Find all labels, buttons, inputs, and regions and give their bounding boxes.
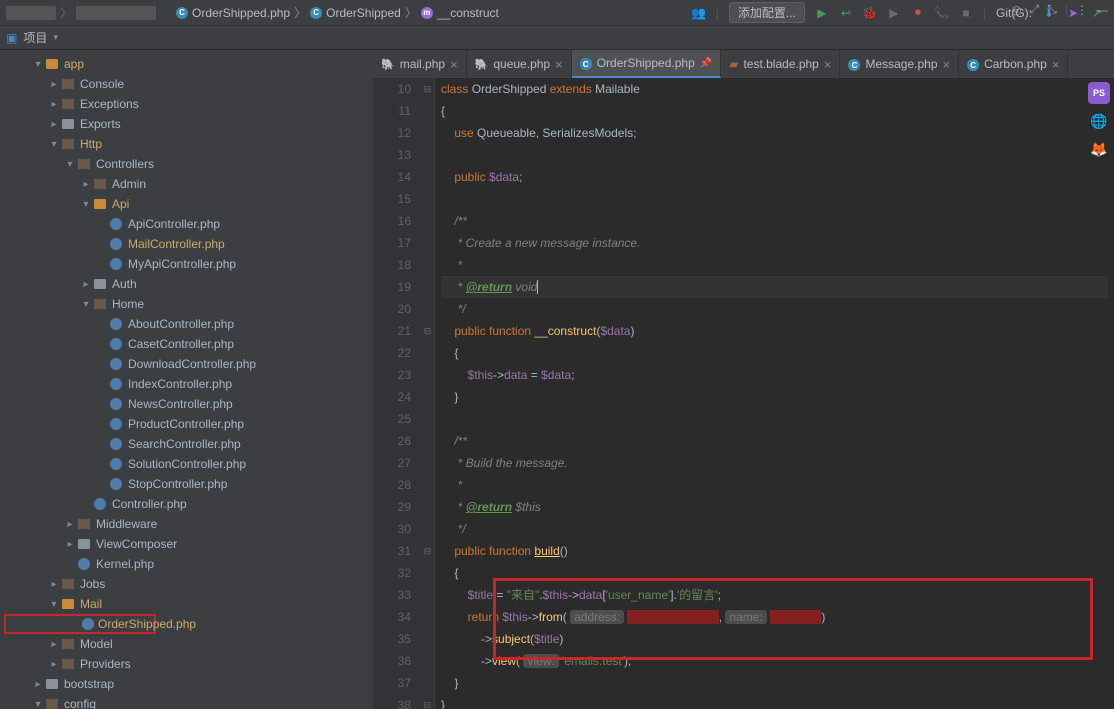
tree-http[interactable]: ▾Http [0, 134, 373, 154]
class-icon: C [176, 7, 188, 19]
tree-auth[interactable]: ▸Auth [0, 274, 373, 294]
phone-icon[interactable]: 📞 [935, 6, 949, 20]
close-icon[interactable]: × [824, 57, 832, 72]
tree-model[interactable]: ▸Model [0, 634, 373, 654]
stop-red-icon[interactable]: ⏺ [911, 6, 925, 20]
debug-icon[interactable]: 🐞 [863, 6, 877, 20]
class-icon: C [310, 7, 322, 19]
divider: | [1065, 3, 1068, 17]
tree-news[interactable]: NewsController.php [0, 394, 373, 414]
tree-viewcomposer[interactable]: ▸ViewComposer [0, 534, 373, 554]
tree-console[interactable]: ▸Console [0, 74, 373, 94]
chrome-icon[interactable]: 🌐 [1088, 110, 1110, 132]
tree-exports[interactable]: ▸Exports [0, 114, 373, 134]
minimize-icon[interactable]: — [1096, 3, 1108, 17]
editor-right-margin: PS 🌐 🦊 [1088, 82, 1110, 160]
tree-exceptions[interactable]: ▸Exceptions [0, 94, 373, 114]
close-icon[interactable]: × [450, 57, 458, 72]
class-icon: C [967, 57, 979, 72]
tree-admin[interactable]: ▸Admin [0, 174, 373, 194]
tree-app[interactable]: ▾app [0, 54, 373, 74]
class-icon: C [580, 56, 592, 71]
tab-carbon[interactable]: CCarbon.php× [959, 50, 1068, 78]
back-icon[interactable]: ↩ [839, 6, 853, 20]
line-gutter: 1011121314151617181920212223242526272829… [373, 78, 421, 709]
tree-search[interactable]: SearchController.php [0, 434, 373, 454]
close-icon[interactable]: × [1052, 57, 1060, 72]
target-icon[interactable]: ◎ [1011, 3, 1021, 17]
tree-index[interactable]: IndexController.php [0, 374, 373, 394]
firefox-icon[interactable]: 🦊 [1088, 138, 1110, 160]
expand-icon[interactable]: ⤢ [1030, 2, 1040, 17]
tree-mailctrl[interactable]: MailController.php [0, 234, 373, 254]
collapse-icon[interactable]: ⤡ [1047, 2, 1057, 17]
tab-mail[interactable]: 🐘mail.php× [373, 50, 467, 78]
stop-icon[interactable]: ■ [959, 6, 973, 20]
tree-ordershipped[interactable]: OrderShipped.php [4, 614, 156, 634]
tree-apictrl[interactable]: ApiController.php [0, 214, 373, 234]
tree-config[interactable]: ▾config [0, 694, 373, 709]
tree-controller[interactable]: Controller.php [0, 494, 373, 514]
tree-about[interactable]: AboutController.php [0, 314, 373, 334]
close-icon[interactable]: × [943, 57, 951, 72]
tree-bootstrap[interactable]: ▸bootstrap [0, 674, 373, 694]
tree-solution[interactable]: SolutionController.php [0, 454, 373, 474]
editor-tabs: 🐘mail.php× 🐘queue.php× COrderShipped.php… [373, 50, 1114, 78]
path-redacted: xxxxxxx [76, 6, 156, 20]
editor-area: 🐘mail.php× 🐘queue.php× COrderShipped.php… [373, 50, 1114, 709]
blade-icon: ▰ [729, 57, 738, 71]
project-tree[interactable]: ▾app ▸Console ▸Exceptions ▸Exports ▾Http… [0, 50, 373, 709]
close-icon[interactable]: × [555, 57, 563, 72]
tree-product[interactable]: ProductController.php [0, 414, 373, 434]
project-icon: ▣ [6, 31, 17, 45]
php-icon: 🐘 [381, 58, 395, 71]
tab-message[interactable]: CMessage.php× [840, 50, 959, 78]
code-body[interactable]: class OrderShipped extends Mailable { us… [435, 78, 1114, 709]
project-name-redacted: xxxx [6, 6, 56, 20]
top-toolbar: xxxx 〉 xxxxxxx C OrderShipped.php 〉 C Or… [0, 0, 1114, 26]
tree-controllers[interactable]: ▾Controllers [0, 154, 373, 174]
phpstorm-icon[interactable]: PS [1088, 82, 1110, 104]
tab-queue[interactable]: 🐘queue.php× [467, 50, 572, 78]
tree-download[interactable]: DownloadController.php [0, 354, 373, 374]
code-editor[interactable]: 1011121314151617181920212223242526272829… [373, 78, 1114, 709]
tree-middleware[interactable]: ▸Middleware [0, 514, 373, 534]
tree-kernel[interactable]: Kernel.php [0, 554, 373, 574]
class-icon: C [848, 57, 860, 72]
breadcrumb: C OrderShipped.php 〉 C OrderShipped 〉 m … [156, 4, 499, 21]
run-config-dropdown[interactable]: 添加配置... [729, 2, 805, 23]
pin-icon[interactable]: 📌 [700, 58, 712, 69]
tab-ordershipped[interactable]: COrderShipped.php📌 [572, 50, 722, 78]
settings-icon[interactable]: ⋮ [1076, 3, 1088, 17]
php-icon: 🐘 [475, 58, 489, 71]
run2-icon[interactable]: ▶ [887, 6, 901, 20]
tree-api[interactable]: ▾Api [0, 194, 373, 214]
tab-test[interactable]: ▰test.blade.php× [721, 50, 840, 78]
breadcrumb-file[interactable]: OrderShipped.php [192, 6, 290, 20]
tree-jobs[interactable]: ▸Jobs [0, 574, 373, 594]
tree-myapictrl[interactable]: MyApiController.php [0, 254, 373, 274]
breadcrumb-method[interactable]: __construct [437, 6, 499, 20]
tree-caset[interactable]: CasetController.php [0, 334, 373, 354]
run-icon[interactable]: ▶ [815, 6, 829, 20]
method-icon: m [421, 7, 433, 19]
project-label[interactable]: 项目 [23, 29, 47, 46]
breadcrumb-class[interactable]: OrderShipped [326, 6, 401, 20]
users-icon[interactable]: 👥 [692, 6, 706, 20]
tree-providers[interactable]: ▸Providers [0, 654, 373, 674]
tree-stop[interactable]: StopController.php [0, 474, 373, 494]
tree-home[interactable]: ▾Home [0, 294, 373, 314]
fold-gutter[interactable]: ⊟⊟⊟⊟ [421, 78, 435, 709]
tree-mail-folder[interactable]: ▾Mail [0, 594, 373, 614]
project-panel-header: ▣ 项目 ▾ ◎ ⤢ ⤡ | ⋮ — [0, 26, 1114, 50]
